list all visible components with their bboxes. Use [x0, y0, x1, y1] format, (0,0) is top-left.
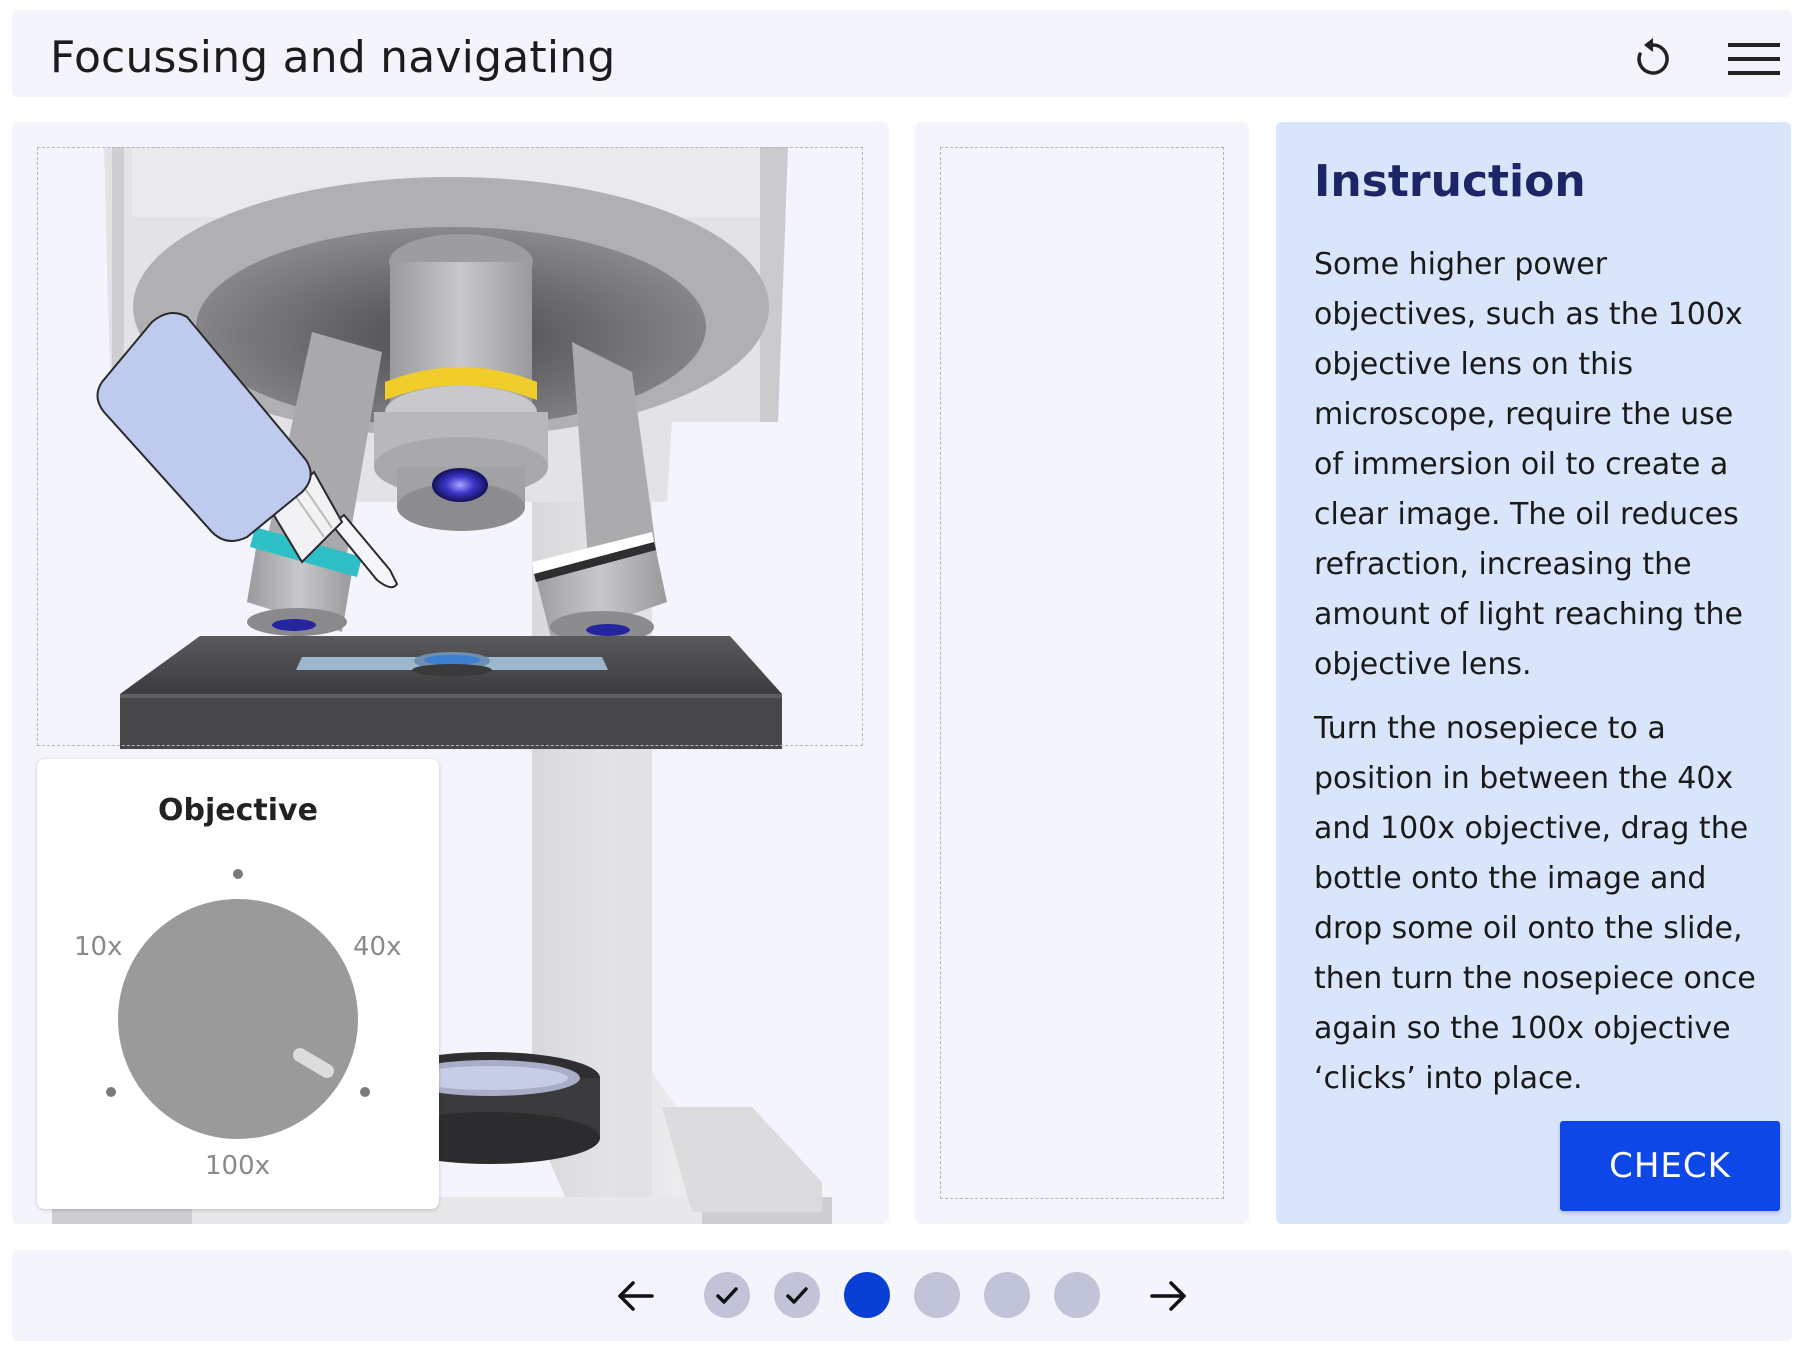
dial-label-10x: 10x — [74, 932, 123, 962]
previous-button[interactable] — [612, 1272, 660, 1320]
step-dot-3[interactable] — [844, 1272, 890, 1318]
instruction-paragraph-1: Some higher power objectives, such as th… — [1314, 247, 1743, 682]
dial-label-100x: 100x — [205, 1151, 271, 1181]
objective-knob[interactable] — [118, 899, 358, 1139]
objective-dial-graphic — [106, 869, 370, 1139]
step-dot-4[interactable] — [914, 1272, 960, 1318]
check-icon — [786, 1287, 808, 1304]
menu-button[interactable] — [1728, 35, 1780, 83]
step-dot-6[interactable] — [1054, 1272, 1100, 1318]
objective-control-card: Objective 10x 40x 100x — [37, 759, 439, 1209]
dial-tick-top — [233, 869, 243, 879]
reset-button[interactable] — [1629, 35, 1677, 83]
dial-tick-right — [360, 1087, 370, 1097]
next-button[interactable] — [1144, 1272, 1192, 1320]
check-button[interactable]: CHECK — [1560, 1121, 1780, 1211]
reset-icon — [1637, 38, 1669, 75]
microscope-panel: Objective 10x 40x 100x — [12, 122, 889, 1224]
hamburger-menu-icon — [1728, 43, 1780, 75]
instruction-title: Instruction — [1314, 156, 1586, 207]
step-dot-1[interactable] — [704, 1272, 750, 1318]
view-drop-zone[interactable] — [940, 147, 1224, 1199]
header-bar: Focussing and navigating — [12, 10, 1792, 97]
dial-tick-left — [106, 1087, 116, 1097]
image-drop-target[interactable] — [37, 147, 863, 746]
step-navigation — [12, 1250, 1792, 1341]
arrow-right-icon — [1150, 1281, 1186, 1311]
step-dot-2[interactable] — [774, 1272, 820, 1318]
check-icon — [716, 1287, 738, 1304]
step-dot-5[interactable] — [984, 1272, 1030, 1318]
instruction-panel: Instruction Some higher power objectives… — [1276, 122, 1791, 1224]
instruction-paragraph-2: Turn the nosepiece to a position in betw… — [1314, 711, 1756, 1096]
dial-label-40x: 40x — [353, 932, 402, 962]
arrow-left-icon — [618, 1281, 654, 1311]
page-title: Focussing and navigating — [50, 32, 616, 83]
side-image-panel — [915, 122, 1249, 1224]
